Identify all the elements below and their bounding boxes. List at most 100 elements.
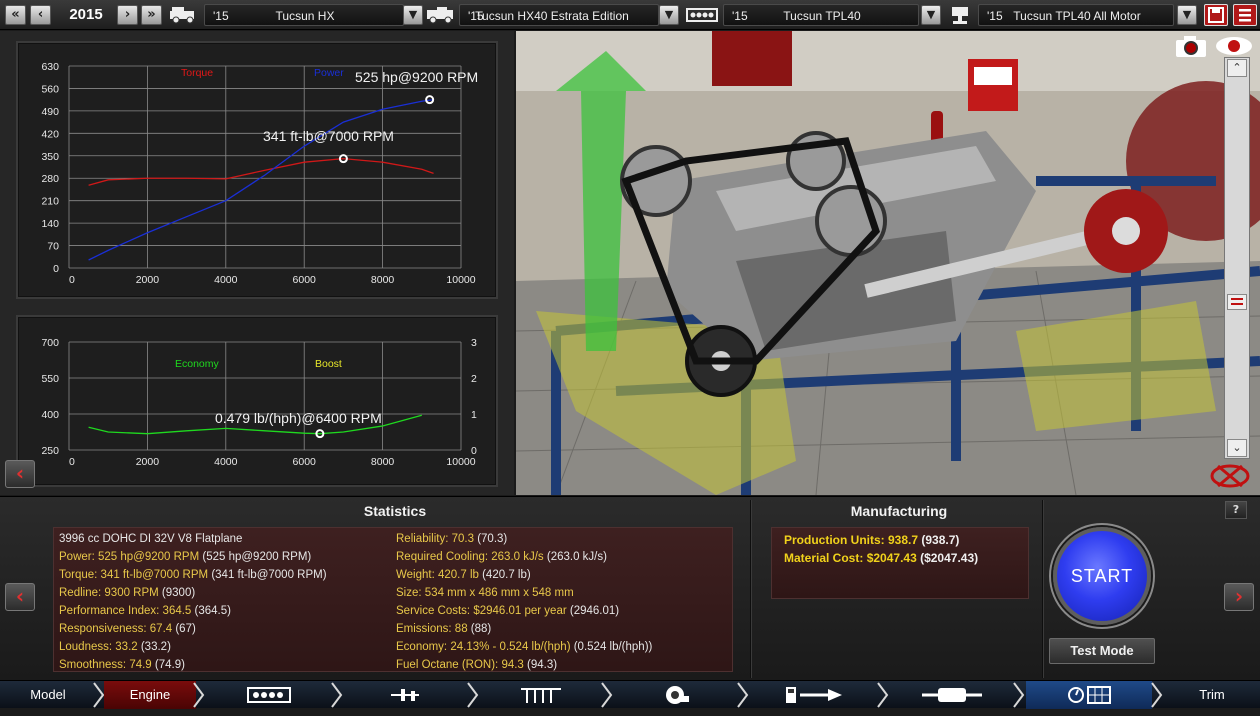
- chevron-right-icon: [601, 682, 613, 708]
- tab-turbo[interactable]: [614, 681, 738, 709]
- year-fast-forward-button[interactable]: »: [141, 5, 162, 25]
- stat-redline: Redline: 9300 RPM (9300): [59, 587, 196, 599]
- next-page-button[interactable]: ›: [1224, 583, 1254, 611]
- stat-torque: Torque: 341 ft-lb@7000 RPM (341 ft-lb@70…: [59, 569, 327, 581]
- floppy-disk-icon: [1208, 7, 1224, 23]
- stat-required-cooling: Required Cooling: 263.0 kJ/s (263.0 kJ/s…: [396, 551, 607, 563]
- series-line-torque: [88, 158, 434, 186]
- zoom-down-button[interactable]: ⌄: [1227, 439, 1247, 457]
- car-model-icon: [170, 7, 194, 24]
- screenshot-button[interactable]: [1172, 33, 1210, 59]
- manufacturing-title: Manufacturing: [850, 503, 948, 519]
- y-tick-label: 490: [41, 106, 59, 118]
- camera-icon: [1176, 36, 1206, 57]
- x-tick-label: 6000: [293, 274, 317, 286]
- year-forward-button[interactable]: ›: [117, 5, 138, 25]
- y-tick-label: 700: [41, 337, 59, 349]
- test-mode-button[interactable]: Test Mode: [1049, 638, 1155, 664]
- stat-weight: Weight: 420.7 lb (420.7 lb): [396, 569, 531, 581]
- visibility-toggle-button[interactable]: [1212, 33, 1256, 59]
- collapse-charts-button[interactable]: ‹: [5, 460, 35, 488]
- divider: [1042, 500, 1044, 678]
- y-tick-label: 630: [41, 61, 59, 73]
- menu-button[interactable]: [1233, 4, 1257, 26]
- x-tick-label: 10000: [446, 274, 475, 286]
- tab-crankshaft[interactable]: [344, 681, 468, 709]
- engine-variant-select[interactable]: '15 Tucsun TPL40 All Motor: [978, 4, 1174, 26]
- series-line-power: [88, 99, 434, 261]
- engine-3d-viewport[interactable]: ⌃ ⌄: [516, 31, 1260, 495]
- tab-engine-test[interactable]: [1026, 681, 1152, 709]
- chevron-right-icon: [331, 682, 343, 708]
- x-tick-label: 2000: [136, 456, 160, 468]
- start-button[interactable]: START: [1053, 527, 1151, 625]
- menu-lines-icon: [1239, 9, 1251, 22]
- eye-icon: [1216, 37, 1252, 55]
- piston-icon: [952, 7, 968, 24]
- tab-fuel-system[interactable]: [750, 681, 878, 709]
- economy-boost-chart-svg: 70055040025032100 2000 4000 6000 8000 10000Ec…: [41, 337, 477, 468]
- model-select[interactable]: '15 Tucsun HX: [204, 4, 404, 26]
- engine-description: 3996 cc DOHC DI 32V V8 Flatplane: [59, 533, 243, 545]
- power-torque-chart-svg: 630 560 490 420 350 280 210 140 70 00 2000 4000 6000…: [41, 61, 478, 286]
- y-right-tick-label: 2: [471, 373, 477, 385]
- chevron-right-icon: [737, 682, 749, 708]
- stat-emissions: Emissions: 88 (88): [396, 623, 492, 635]
- tab-trim[interactable]: Trim: [1164, 681, 1260, 709]
- y-tick-label: 560: [41, 83, 59, 95]
- x-tick-label: 8000: [371, 274, 395, 286]
- y-tick-label: 280: [41, 173, 59, 185]
- car-trim-icon: [427, 7, 453, 24]
- exhaust-muffler-icon: [922, 688, 982, 702]
- zoom-slider-handle[interactable]: [1227, 294, 1247, 310]
- chevron-right-icon: [193, 682, 205, 708]
- year-display: 2015: [69, 6, 103, 23]
- y-tick-label: 420: [41, 128, 59, 140]
- legend-economy: Economy: [175, 358, 220, 370]
- engine-family-dropdown-button[interactable]: ▼: [921, 5, 941, 25]
- y-tick-label: 550: [41, 373, 59, 385]
- save-button[interactable]: [1204, 4, 1228, 26]
- y-tick-label: 140: [41, 218, 59, 230]
- engine-scene: [516, 31, 1260, 495]
- model-dropdown-button[interactable]: ▼: [403, 5, 423, 25]
- wall-poster: [712, 31, 792, 86]
- dyno-gauge-icon: [1068, 686, 1111, 704]
- year-back-button[interactable]: ‹: [30, 5, 51, 25]
- reset-view-button[interactable]: [1208, 461, 1252, 491]
- y-tick-label: 350: [41, 151, 59, 163]
- stat-power: Power: 525 hp@9200 RPM (525 hp@9200 RPM): [59, 551, 312, 563]
- help-button[interactable]: ?: [1225, 501, 1247, 519]
- tab-engine[interactable]: Engine: [104, 681, 196, 709]
- trim-select[interactable]: '15 Tucsun HX40 Estrata Edition: [459, 4, 659, 26]
- engine-block-icon: [686, 8, 718, 22]
- engine-variant-dropdown-button[interactable]: ▼: [1177, 5, 1197, 25]
- zoom-scrollbar[interactable]: ⌃ ⌄: [1224, 57, 1250, 459]
- y-tick-label: 400: [41, 409, 59, 421]
- zoom-up-button[interactable]: ⌃: [1227, 59, 1247, 77]
- bottom-panel: Statistics Manufacturing ? ‹ › 3996 cc D…: [0, 496, 1260, 680]
- peak-economy-label: 0.479 lb/(hph)@6400 RPM: [215, 410, 382, 426]
- legend-power: Power: [314, 67, 344, 79]
- x-tick-label: 0: [69, 274, 75, 286]
- y-right-tick-label: 1: [471, 409, 477, 421]
- divider: [750, 500, 752, 678]
- tab-exhaust[interactable]: [890, 681, 1014, 709]
- turbo-icon: [666, 686, 689, 704]
- x-tick-label: 6000: [293, 456, 317, 468]
- tab-engine-block[interactable]: [206, 681, 332, 709]
- x-tick-label: 10000: [446, 456, 475, 468]
- year-fast-back-button[interactable]: «: [5, 5, 26, 25]
- stat-fuel-octane: Fuel Octane (RON): 94.3 (94.3): [396, 659, 558, 671]
- material-cost: Material Cost: $2047.43 ($2047.43): [784, 551, 979, 565]
- crankshaft-icon: [391, 689, 419, 701]
- tab-valvetrain[interactable]: [480, 681, 602, 709]
- trim-dropdown-button[interactable]: ▼: [659, 5, 679, 25]
- previous-page-button[interactable]: ‹: [5, 583, 35, 611]
- engine-family-select[interactable]: '15 Tucsun TPL40: [723, 4, 919, 26]
- chevron-right-icon: [877, 682, 889, 708]
- tab-model[interactable]: Model: [0, 681, 96, 709]
- valvetrain-icon: [521, 688, 561, 703]
- y-tick-label: 0: [53, 263, 59, 275]
- stat-performance-index: Performance Index: 364.5 (364.5): [59, 605, 231, 617]
